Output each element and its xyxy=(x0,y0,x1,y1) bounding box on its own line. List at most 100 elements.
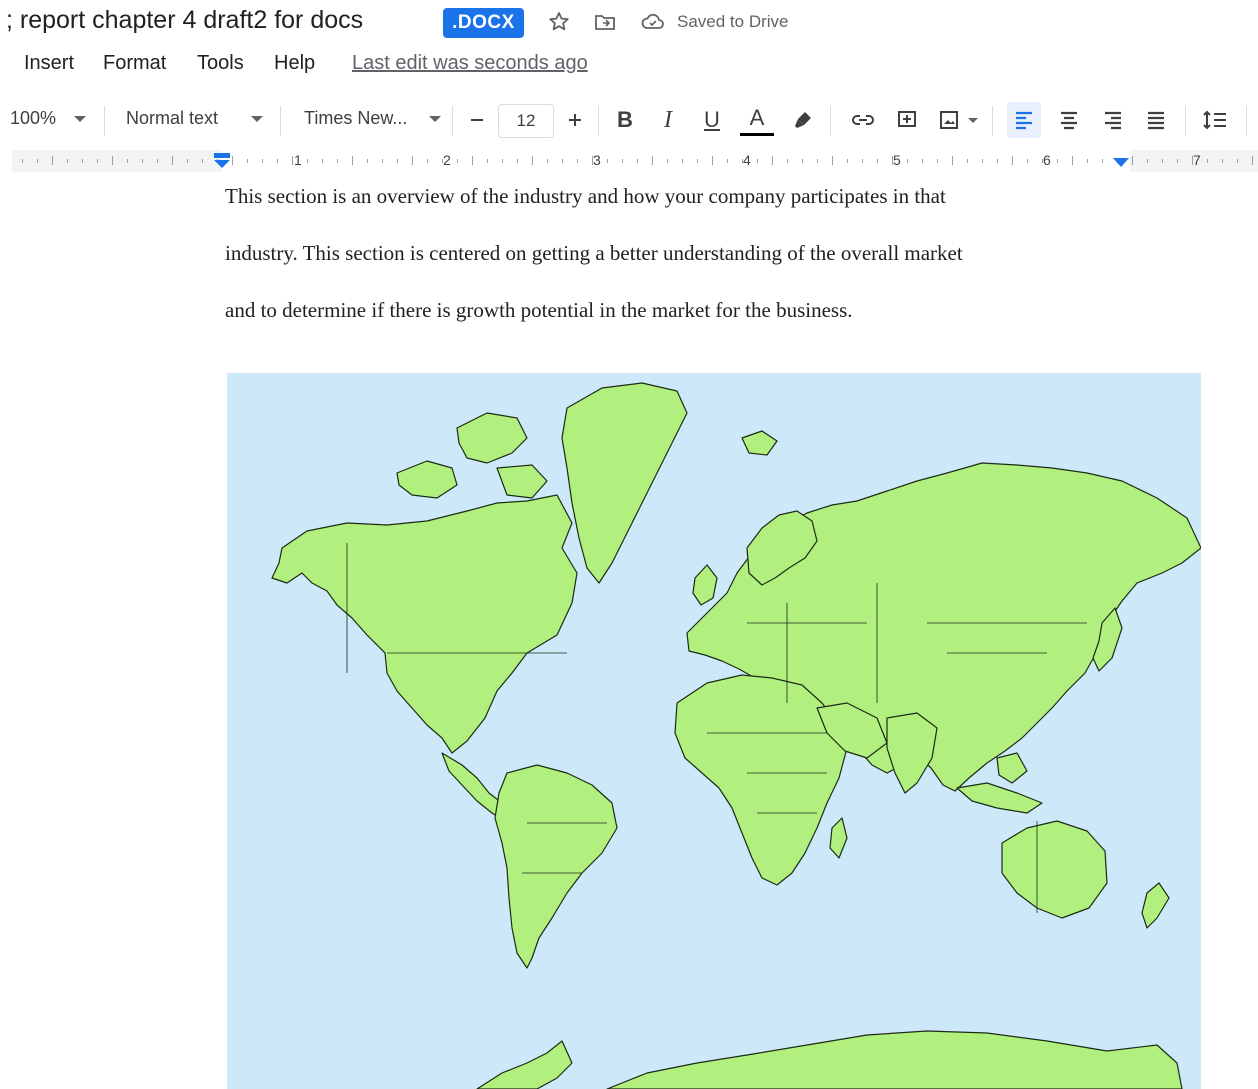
ruler-tick xyxy=(1027,159,1028,163)
ruler-tick xyxy=(787,159,788,163)
line-spacing-icon[interactable] xyxy=(1198,102,1232,138)
ruler-tick xyxy=(337,159,338,163)
ruler-tick xyxy=(727,159,728,163)
paragraph-line[interactable]: industry. This section is centered on ge… xyxy=(225,241,963,266)
world-map-graphic xyxy=(271,382,1201,1089)
ruler-number: 4 xyxy=(743,152,751,168)
ruler-tick xyxy=(547,159,548,163)
font-select[interactable]: Times New... xyxy=(304,108,407,129)
antarctica-shape xyxy=(606,1030,1183,1089)
menu-format[interactable]: Format xyxy=(103,52,166,75)
india-shape xyxy=(886,712,938,794)
cloud-saved-icon[interactable] xyxy=(640,9,666,35)
ruler-tick xyxy=(202,159,203,163)
align-left-icon[interactable] xyxy=(1007,102,1041,138)
divider xyxy=(992,106,993,136)
ruler-tick xyxy=(37,159,38,163)
highlight-color-icon[interactable] xyxy=(786,102,820,138)
ruler-tick xyxy=(532,156,533,165)
move-folder-icon[interactable] xyxy=(592,9,618,35)
bold-button[interactable]: B xyxy=(608,102,642,138)
ruler-tick xyxy=(412,156,413,165)
add-comment-icon[interactable] xyxy=(890,102,924,138)
menu-insert[interactable]: Insert xyxy=(24,52,74,75)
ruler-tick xyxy=(712,156,713,165)
ruler-tick xyxy=(1252,156,1253,165)
insert-image-caret-icon[interactable] xyxy=(968,118,978,123)
ruler-tick xyxy=(607,159,608,163)
ruler-tick xyxy=(1207,159,1208,163)
south-america-shape xyxy=(494,764,618,969)
ruler-tick xyxy=(487,159,488,163)
ruler-number: 6 xyxy=(1043,152,1051,168)
ruler-text-area xyxy=(222,150,1130,172)
ruler-tick xyxy=(952,156,953,165)
justify-icon[interactable] xyxy=(1139,102,1173,138)
borneo-shape xyxy=(996,752,1028,784)
ruler-tick xyxy=(982,159,983,163)
ruler-tick xyxy=(97,159,98,163)
ruler-number: 5 xyxy=(893,152,901,168)
ruler-tick xyxy=(802,159,803,163)
ruler-tick xyxy=(1162,159,1163,163)
ruler-tick xyxy=(1222,159,1223,163)
zoom-select[interactable]: 100% xyxy=(10,108,56,129)
ruler-tick xyxy=(1087,159,1088,163)
ruler-tick xyxy=(637,159,638,163)
increase-font-size-button[interactable] xyxy=(558,102,592,138)
align-center-icon[interactable] xyxy=(1052,102,1086,138)
arctic-islands-shape xyxy=(396,460,458,499)
ruler-tick xyxy=(397,159,398,163)
ruler-tick xyxy=(517,159,518,163)
ruler-tick xyxy=(1057,159,1058,163)
ruler-number: 1 xyxy=(294,152,302,168)
text-color-button[interactable]: A xyxy=(740,102,774,136)
ruler-tick xyxy=(382,159,383,163)
font-size-input[interactable]: 12 xyxy=(498,104,554,138)
greenland-shape xyxy=(561,382,688,584)
zoom-caret-icon[interactable] xyxy=(74,116,86,122)
last-edit-link[interactable]: Last edit was seconds ago xyxy=(352,52,588,75)
toolbar: 100% Normal text Times New... 12 B I U A xyxy=(0,98,1258,142)
document-title[interactable]: ; report chapter 4 draft2 for docs xyxy=(6,6,363,35)
saved-status: Saved to Drive xyxy=(677,12,789,31)
link-icon[interactable] xyxy=(846,102,880,138)
italic-button[interactable]: I xyxy=(651,102,685,138)
left-indent-marker-icon[interactable] xyxy=(212,152,232,170)
ruler-tick xyxy=(157,159,158,163)
paragraph-line[interactable]: This section is an overview of the indus… xyxy=(225,184,946,209)
menu-help[interactable]: Help xyxy=(274,52,315,75)
ruler-tick xyxy=(862,159,863,163)
ruler-tick xyxy=(907,159,908,163)
ruler-tick xyxy=(262,159,263,163)
ruler-tick xyxy=(292,156,293,165)
font-caret-icon[interactable] xyxy=(429,116,441,122)
star-icon[interactable] xyxy=(546,9,572,35)
underline-button[interactable]: U xyxy=(695,102,729,138)
docx-badge[interactable]: .DOCX xyxy=(443,8,524,38)
ruler-tick xyxy=(877,159,878,163)
menu-tools[interactable]: Tools xyxy=(197,52,244,75)
ruler-number: 2 xyxy=(443,152,451,168)
style-select[interactable]: Normal text xyxy=(126,108,218,129)
madagascar-shape xyxy=(829,817,848,859)
ruler-tick xyxy=(322,159,323,163)
style-caret-icon[interactable] xyxy=(251,116,263,122)
ruler[interactable]: 1 2 3 4 5 6 7 xyxy=(12,150,1258,172)
insert-image-icon[interactable] xyxy=(932,102,966,138)
ruler-tick xyxy=(562,159,563,163)
divider xyxy=(104,106,105,136)
align-right-icon[interactable] xyxy=(1096,102,1130,138)
ruler-tick xyxy=(1132,156,1133,165)
world-map-image[interactable] xyxy=(227,373,1201,1089)
decrease-font-size-button[interactable] xyxy=(460,102,494,138)
ruler-tick xyxy=(52,156,53,165)
ruler-tick xyxy=(622,159,623,163)
paragraph-line[interactable]: and to determine if there is growth pote… xyxy=(225,298,853,323)
arctic-islands-shape xyxy=(456,412,528,464)
right-indent-marker-icon[interactable] xyxy=(1112,156,1130,170)
ruler-tick xyxy=(232,156,233,165)
ruler-tick xyxy=(922,159,923,163)
indonesia-shape xyxy=(956,782,1043,814)
ruler-tick xyxy=(682,159,683,163)
